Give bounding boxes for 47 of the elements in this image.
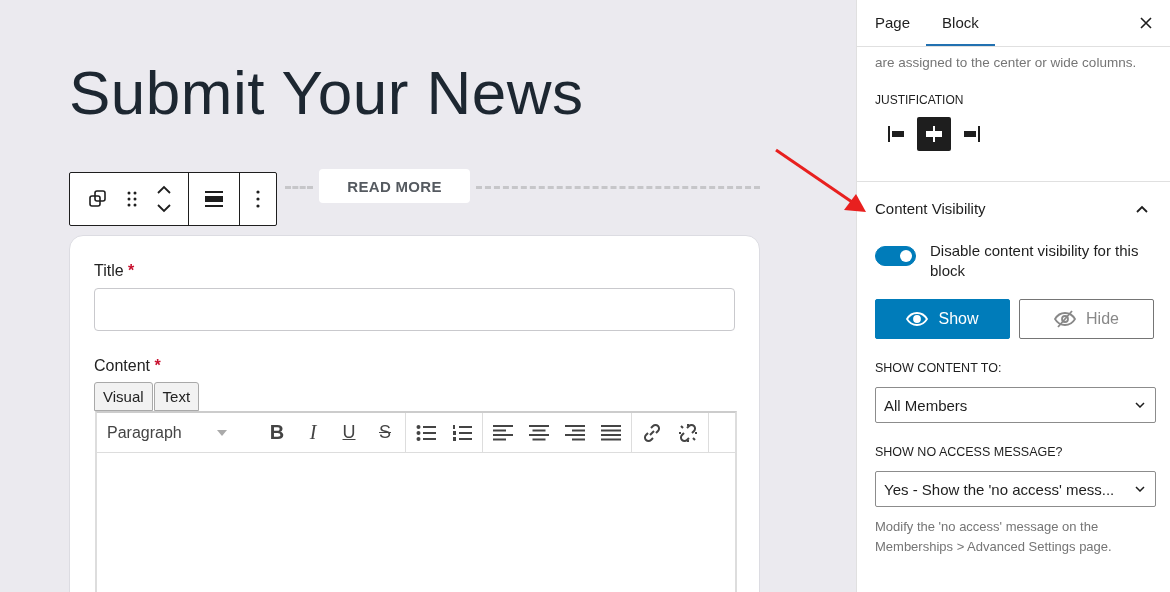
chevron-down-icon — [1135, 402, 1145, 408]
justification-button[interactable] — [917, 117, 951, 151]
toggle-switch[interactable] — [875, 246, 916, 266]
align-center-icon[interactable] — [529, 424, 549, 441]
field-label: Title * — [94, 262, 135, 280]
duplicate-icon[interactable] — [88, 189, 108, 209]
chevron-up-icon[interactable] — [1136, 204, 1148, 213]
bullet-list-icon[interactable] — [416, 423, 436, 442]
description-text: are assigned to the center or wide columns. — [875, 55, 1138, 70]
format-button[interactable]: S — [375, 422, 395, 443]
dropdown-select[interactable]: Yes - Show the 'no access' mess... — [875, 471, 1156, 507]
editor-tab[interactable]: Text — [153, 382, 200, 411]
sidebar-tab[interactable]: Page — [859, 0, 927, 46]
page-title: Submit Your News — [69, 62, 585, 124]
show-button[interactable]: Show — [875, 299, 1010, 339]
align-center-icon[interactable] — [205, 189, 223, 209]
more-options-icon[interactable] — [256, 190, 260, 208]
select-label: SHOW CONTENT TO: — [875, 361, 1003, 375]
close-icon[interactable] — [1140, 17, 1152, 29]
align-left-icon[interactable] — [493, 424, 513, 441]
numbered-list-icon[interactable] — [452, 423, 472, 442]
editor-tab[interactable]: Visual — [94, 382, 153, 411]
move-up-down-icon[interactable] — [156, 185, 172, 213]
justify-center-icon — [923, 124, 945, 144]
link-icon[interactable] — [642, 422, 662, 443]
hide-button[interactable]: Hide — [1019, 299, 1154, 339]
section-label: JUSTIFICATION — [875, 93, 965, 107]
dropdown-select[interactable]: All Members — [875, 387, 1156, 423]
sidebar-tab[interactable]: Block — [926, 0, 995, 46]
help-text: Modify the 'no access' message on the Memberships > Advanced Settings page. — [875, 518, 1113, 556]
select-label: SHOW NO ACCESS MESSAGE? — [875, 445, 1064, 459]
eye-icon — [906, 312, 929, 326]
eye-slash-icon — [1054, 310, 1077, 328]
chevron-down-icon — [1135, 486, 1145, 492]
field-label: Content * — [94, 357, 161, 375]
align-justify-icon[interactable] — [601, 424, 621, 441]
panel-title[interactable]: Content Visibility — [875, 200, 986, 217]
align-right-icon[interactable] — [565, 424, 585, 441]
drag-handle-icon[interactable] — [126, 190, 138, 208]
toggle-label: Disable content visibility for this block — [930, 241, 1140, 281]
title-input[interactable] — [94, 288, 735, 331]
format-button[interactable]: I — [303, 421, 323, 444]
format-select[interactable]: Paragraph — [107, 423, 182, 442]
format-button[interactable]: U — [339, 422, 359, 443]
format-button[interactable]: B — [267, 421, 287, 444]
read-more-button[interactable]: READ MORE — [319, 169, 470, 203]
unlink-icon[interactable] — [678, 422, 698, 443]
